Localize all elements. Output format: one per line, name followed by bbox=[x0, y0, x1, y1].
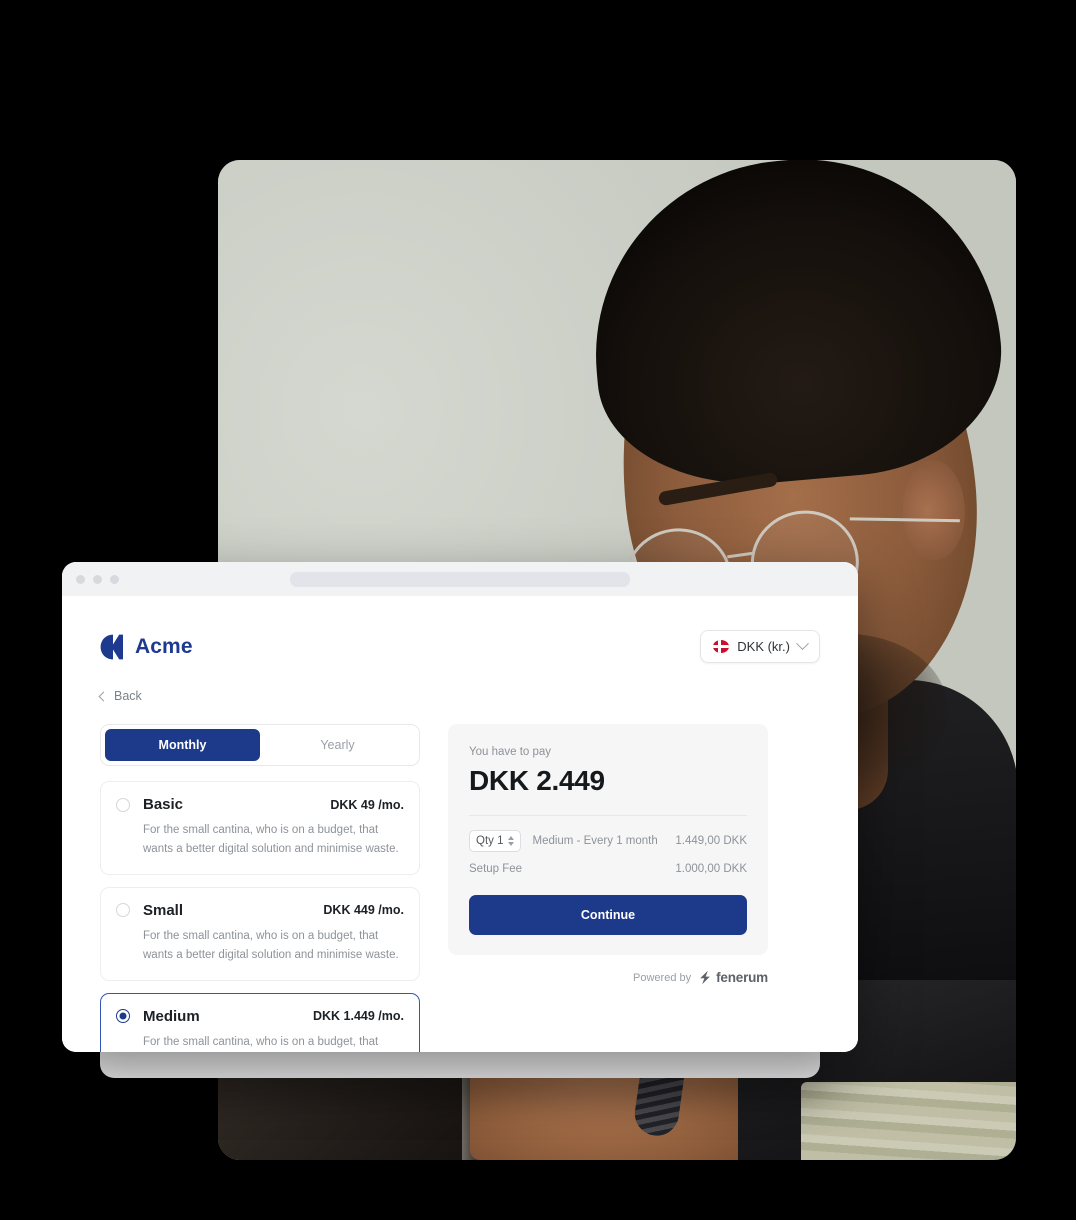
summary-divider bbox=[469, 815, 747, 816]
plan-card-small[interactable]: Small DKK 449 /mo. For the small cantina… bbox=[100, 886, 420, 981]
order-summary-panel: You have to pay DKK 2.449 Qty 1 Medium -… bbox=[448, 724, 768, 955]
stepper-up-icon[interactable] bbox=[508, 836, 515, 840]
powered-by-text: Powered by bbox=[633, 971, 692, 984]
line-item-amount: 1.449,00 DKK bbox=[675, 835, 747, 847]
plan-price: DKK 449 /mo. bbox=[323, 903, 404, 918]
order-summary-column: You have to pay DKK 2.449 Qty 1 Medium -… bbox=[448, 724, 768, 1052]
currency-selector[interactable]: DKK (kr.) bbox=[700, 630, 820, 663]
powered-by-footer: Powered by fenerum bbox=[448, 970, 768, 985]
radio-basic[interactable] bbox=[116, 797, 130, 812]
fenerum-logo: fenerum bbox=[698, 970, 768, 985]
plan-description: For the small cantina, who is on a budge… bbox=[143, 1035, 379, 1048]
stacked-card-behind bbox=[100, 1048, 820, 1078]
close-button[interactable] bbox=[76, 574, 85, 584]
plan-header: Basic DKK 49 /mo. bbox=[116, 796, 404, 813]
brand-name: Acme bbox=[135, 634, 193, 658]
tab-monthly[interactable]: Monthly bbox=[105, 729, 260, 761]
plan-name: Small bbox=[143, 901, 184, 919]
radio-small[interactable] bbox=[116, 903, 130, 918]
stepper-down-icon[interactable] bbox=[508, 842, 515, 846]
chevron-down-icon bbox=[796, 637, 809, 651]
line-item-amount: 1.000,00 DKK bbox=[675, 863, 747, 875]
plan-price: DKK 1.449 /mo. bbox=[312, 1009, 404, 1024]
checkout-page: Acme DKK (kr.) Back Monthly Yearly Basic… bbox=[62, 596, 858, 1052]
summary-label: You have to pay bbox=[469, 746, 552, 758]
flag-denmark-icon bbox=[713, 640, 730, 653]
page-header: Acme DKK (kr.) bbox=[100, 630, 820, 663]
plan-header: Medium DKK 1.449 /mo. bbox=[116, 1008, 404, 1025]
back-label: Back bbox=[114, 689, 142, 703]
quantity-value: Qty 1 bbox=[476, 835, 504, 847]
fenerum-bolt-icon bbox=[700, 970, 710, 985]
radio-medium[interactable] bbox=[116, 1009, 130, 1024]
plan-description: For the small cantina, who is on a budge… bbox=[143, 929, 399, 961]
currency-label: DKK (kr.) bbox=[737, 639, 790, 654]
billing-period-toggle: Monthly Yearly bbox=[100, 724, 420, 766]
browser-titlebar bbox=[62, 562, 858, 596]
glasses-temple bbox=[849, 517, 960, 523]
plan-card-medium[interactable]: Medium DKK 1.449 /mo. For the small cant… bbox=[100, 992, 420, 1052]
brand-logo: Acme bbox=[100, 634, 193, 660]
window-controls bbox=[76, 574, 119, 584]
plan-header: Small DKK 449 /mo. bbox=[116, 902, 404, 919]
quantity-stepper[interactable]: Qty 1 bbox=[469, 830, 522, 852]
fenerum-name: fenerum bbox=[716, 970, 768, 985]
back-link[interactable]: Back bbox=[98, 689, 142, 703]
glasses-bridge bbox=[727, 551, 754, 559]
plan-description: For the small cantina, who is on a budge… bbox=[143, 824, 399, 855]
plan-card-basic[interactable]: Basic DKK 49 /mo. For the small cantina,… bbox=[100, 781, 420, 875]
browser-window: Acme DKK (kr.) Back Monthly Yearly Basic… bbox=[62, 562, 858, 1052]
photo-banknotes bbox=[801, 1082, 1016, 1160]
address-bar[interactable] bbox=[289, 571, 630, 587]
minimize-button[interactable] bbox=[93, 574, 102, 584]
maximize-button[interactable] bbox=[110, 574, 119, 584]
stepper-arrows-icon[interactable] bbox=[508, 836, 515, 846]
line-item-name: Medium - Every 1 month bbox=[532, 835, 658, 847]
checkout-columns: Monthly Yearly Basic DKK 49 /mo. For the… bbox=[100, 724, 820, 1052]
chevron-left-icon bbox=[98, 691, 109, 701]
line-item-setup-fee: Setup Fee 1.000,00 DKK bbox=[469, 863, 747, 875]
acme-logo-icon bbox=[100, 634, 124, 660]
line-item-name: Setup Fee bbox=[469, 863, 523, 875]
summary-total-amount: DKK 2.449 bbox=[469, 765, 605, 796]
line-item-plan: Qty 1 Medium - Every 1 month 1.449,00 DK… bbox=[469, 830, 747, 852]
tab-yearly[interactable]: Yearly bbox=[260, 729, 415, 761]
plan-name: Medium bbox=[143, 1007, 200, 1025]
continue-button[interactable]: Continue bbox=[469, 895, 747, 935]
plan-name: Basic bbox=[143, 796, 184, 813]
plan-list: Basic DKK 49 /mo. For the small cantina,… bbox=[100, 781, 420, 1052]
plan-selection-column: Monthly Yearly Basic DKK 49 /mo. For the… bbox=[100, 724, 420, 1052]
plan-price: DKK 49 /mo. bbox=[330, 797, 404, 812]
screenshot-canvas: Acme DKK (kr.) Back Monthly Yearly Basic… bbox=[0, 0, 1076, 1220]
